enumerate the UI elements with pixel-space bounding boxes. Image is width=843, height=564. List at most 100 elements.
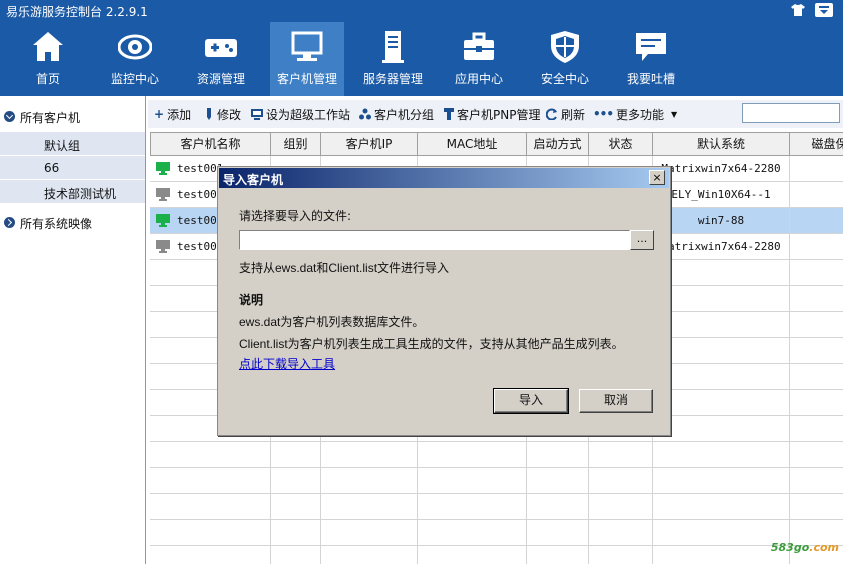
edit-button[interactable]: 修改 — [204, 106, 241, 122]
nav-app-center[interactable]: 应用中心 — [442, 22, 516, 96]
plus-icon: + — [154, 107, 165, 121]
client-group-label: 客户机分组 — [374, 107, 435, 122]
col-boot-mode[interactable]: 启动方式 — [527, 132, 589, 156]
workstation-icon — [251, 109, 263, 120]
client-pnp-label: 客户机PNP管理 — [457, 107, 541, 122]
skin-icon[interactable] — [789, 3, 807, 17]
shield-icon — [551, 31, 579, 63]
nav-server-management[interactable]: 服务器管理 — [356, 22, 430, 96]
client-group-button[interactable]: 客户机分组 — [359, 106, 434, 122]
tree-group-66[interactable]: 66 — [0, 156, 145, 180]
table-cell — [790, 442, 843, 468]
monitor-icon — [291, 31, 323, 61]
cell-default-system: Matrixwin7x64-2280 — [653, 234, 790, 260]
table-cell — [653, 312, 790, 338]
expand-icon[interactable] — [4, 217, 15, 228]
table-cell — [790, 338, 843, 364]
cell-default-system: ELY_Win10X64--1 — [653, 182, 790, 208]
download-tool-link[interactable]: 点此下载导入工具 — [239, 355, 335, 372]
refresh-label: 刷新 — [561, 107, 586, 122]
table-cell — [418, 546, 527, 564]
chat-icon — [636, 33, 666, 61]
tree-all-clients[interactable]: 所有客户机 — [0, 104, 145, 128]
table-cell — [790, 286, 843, 312]
table-cell — [653, 494, 790, 520]
table-cell — [271, 442, 321, 468]
set-super-workstation-button[interactable]: 设为超级工作站 — [251, 106, 350, 122]
server-icon — [382, 31, 404, 63]
client-pnp-button[interactable]: 客户机PNP管理 — [444, 106, 540, 122]
col-mac[interactable]: MAC地址 — [418, 132, 527, 156]
nav-resource-management[interactable]: 资源管理 — [184, 22, 258, 96]
table-cell — [790, 260, 843, 286]
tree-group-default[interactable]: 默认组 — [0, 132, 145, 156]
table-cell — [790, 364, 843, 390]
table-cell — [527, 494, 589, 520]
table-cell — [418, 494, 527, 520]
pencil-icon — [207, 108, 211, 120]
close-icon[interactable]: × — [649, 170, 665, 185]
col-default-system[interactable]: 默认系统 — [653, 132, 790, 156]
chevron-down-icon: ▼ — [671, 109, 678, 119]
menu-dropdown-icon[interactable] — [815, 3, 833, 17]
col-client-ip[interactable]: 客户机IP — [321, 132, 418, 156]
nav-security-center[interactable]: 安全中心 — [528, 22, 602, 96]
nav-label: 监控中心 — [110, 72, 159, 86]
set-super-workstation-label: 设为超级工作站 — [266, 107, 351, 122]
col-group[interactable]: 组别 — [271, 132, 321, 156]
import-button[interactable]: 导入 — [493, 388, 569, 414]
watermark: 583go.com — [771, 541, 839, 554]
offline-pc-icon — [156, 188, 170, 201]
tree-group-tech-test[interactable]: 技术部测试机 — [0, 180, 145, 204]
col-status[interactable]: 状态 — [589, 132, 653, 156]
nav-label: 我要吐槽 — [626, 72, 675, 86]
file-path-input[interactable] — [239, 230, 630, 250]
cell-default-system: win7-88 — [653, 208, 790, 234]
empty-table-row — [150, 520, 843, 546]
refresh-button[interactable]: 刷新 — [546, 106, 585, 122]
search-input[interactable] — [742, 103, 840, 123]
table-cell — [790, 156, 843, 182]
nav-label: 服务器管理 — [362, 72, 423, 86]
collapse-icon[interactable] — [4, 111, 15, 122]
table-cell — [589, 546, 653, 564]
nav-label: 客户机管理 — [276, 72, 337, 86]
more-functions-button[interactable]: ••• 更多功能 ▼ — [593, 106, 677, 122]
client-toolbar: + 添加 修改 设为超级工作站 客户机分组 客户机PNP管理 刷新 ••• 更多… — [148, 100, 843, 128]
table-cell — [653, 260, 790, 286]
col-disk-protect[interactable]: 磁盘保 — [790, 132, 843, 156]
table-cell — [271, 468, 321, 494]
col-client-name[interactable]: 客户机名称 — [150, 132, 271, 156]
nav-feedback[interactable]: 我要吐槽 — [614, 22, 688, 96]
browse-button[interactable]: ... — [630, 230, 654, 250]
edit-label: 修改 — [217, 107, 242, 122]
cancel-button[interactable]: 取消 — [579, 389, 653, 413]
table-cell — [790, 416, 843, 442]
nav-home[interactable]: 首页 — [11, 22, 85, 96]
offline-pc-icon — [156, 240, 170, 253]
tree-label: 所有客户机 — [20, 111, 81, 125]
table-cell — [271, 520, 321, 546]
nav-label: 安全中心 — [540, 72, 589, 86]
table-cell — [653, 520, 790, 546]
table-cell — [790, 468, 843, 494]
cell-default-system: Matrixwin7x64-2280 — [653, 156, 790, 182]
table-cell — [527, 546, 589, 564]
dialog-title-bar[interactable]: 导入客户机 × — [219, 168, 669, 188]
tree-label: 默认组 — [44, 139, 81, 153]
table-cell — [418, 468, 527, 494]
dialog-title: 导入客户机 — [223, 173, 284, 187]
window-controls — [789, 3, 833, 17]
table-cell — [589, 494, 653, 520]
table-cell — [653, 546, 790, 564]
description-line-1: ews.dat为客户机列表数据库文件。 — [239, 315, 425, 329]
add-button[interactable]: + 添加 — [154, 106, 191, 122]
nav-client-management[interactable]: 客户机管理 — [270, 22, 344, 96]
table-cell — [790, 390, 843, 416]
nav-monitor-center[interactable]: 监控中心 — [98, 22, 172, 96]
group-icon — [359, 108, 371, 120]
table-cell — [321, 494, 418, 520]
empty-table-row — [150, 468, 843, 494]
table-cell — [589, 468, 653, 494]
tree-all-images[interactable]: 所有系统映像 — [0, 210, 145, 234]
